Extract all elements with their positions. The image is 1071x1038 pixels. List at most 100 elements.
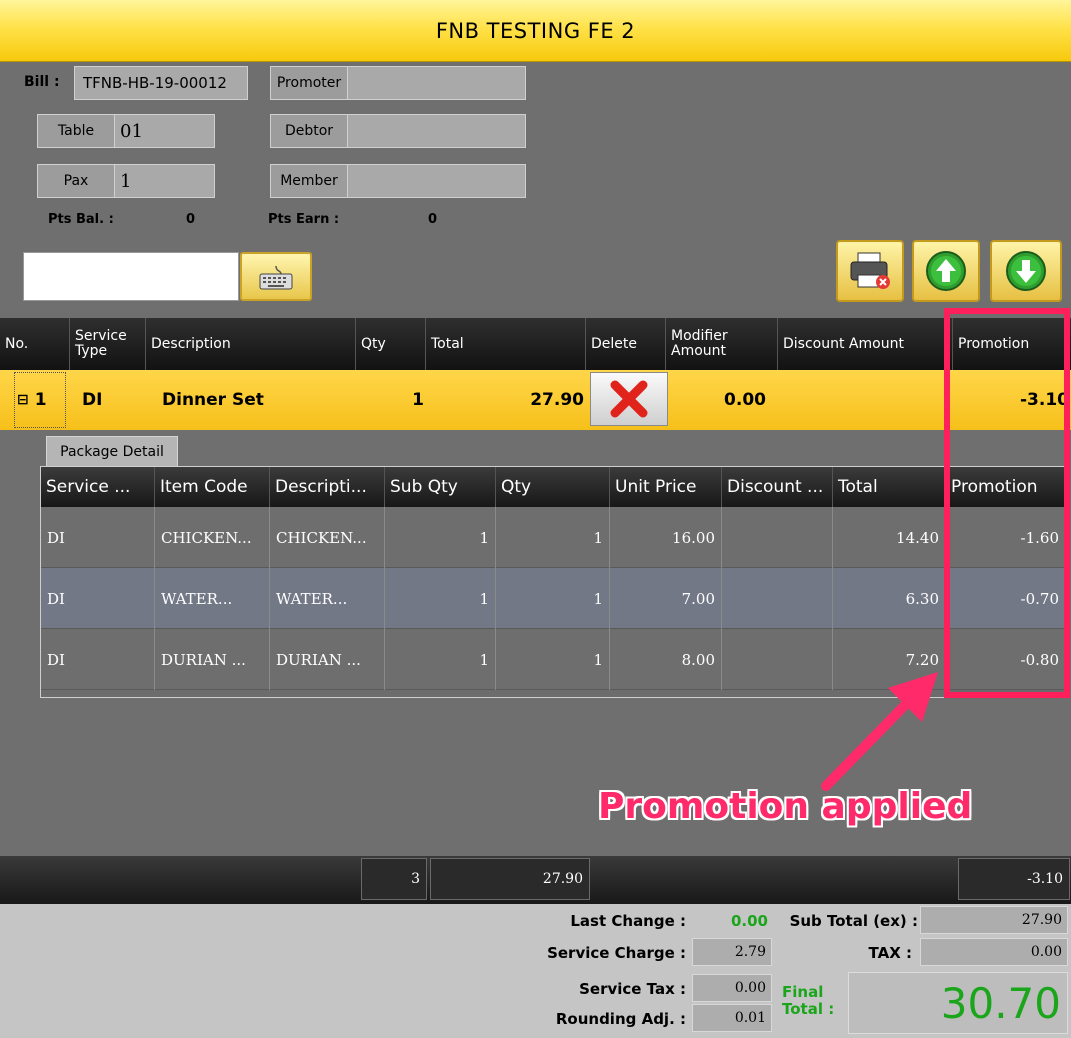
prow-service: DI: [41, 629, 155, 690]
col-total[interactable]: Total: [426, 318, 586, 370]
prow-sub-qty: 1: [385, 568, 496, 629]
prow-unit-price: 16.00: [610, 507, 722, 568]
cancel-print-button[interactable]: [836, 240, 904, 302]
promoter-field[interactable]: [347, 66, 526, 100]
prow-service: DI: [41, 568, 155, 629]
pts-balance-label: Pts Bal. :: [48, 212, 114, 227]
table-label: Table: [37, 114, 115, 148]
tab-package-detail[interactable]: Package Detail: [46, 436, 178, 466]
printer-cancel-icon: [850, 252, 890, 289]
prow-total: 14.40: [833, 507, 946, 568]
col-modifier-amount[interactable]: Modifier Amount: [666, 318, 778, 370]
totals-amount: 27.90: [430, 858, 590, 900]
col-discount-amount[interactable]: Discount Amount: [778, 318, 953, 370]
prow-unit-price: 7.00: [610, 568, 722, 629]
annotation-arrow-icon: [821, 672, 938, 791]
final-total-label: Final Total :: [782, 984, 834, 1018]
package-row[interactable]: DI CHICKEN... CHICKEN... 1 1 16.00 14.40…: [41, 507, 1065, 568]
col-qty[interactable]: Qty: [356, 318, 426, 370]
prow-sub-qty: 1: [385, 507, 496, 568]
delete-x-icon: [610, 380, 648, 418]
bill-summary-footer: Last Change : 0.00 Service Charge : 2.79…: [0, 904, 1071, 1038]
last-change-value: 0.00: [730, 912, 768, 930]
pcol-unit-price[interactable]: Unit Price: [610, 467, 722, 507]
col-service-type[interactable]: Service Type: [70, 318, 146, 370]
member-field[interactable]: [347, 164, 526, 198]
col-no[interactable]: No.: [0, 318, 70, 370]
service-tax-value: 0.00: [692, 974, 772, 1002]
prow-sub-qty: 1: [385, 629, 496, 690]
grid-totals-bar: 3 27.90 -3.10: [0, 856, 1071, 904]
expand-collapse-icon[interactable]: ⊟: [17, 392, 29, 408]
prow-total: 6.30: [833, 568, 946, 629]
table-field[interactable]: 01: [114, 114, 215, 148]
totals-qty: 3: [361, 858, 427, 900]
final-total-label-line2: Total :: [782, 1000, 835, 1018]
final-total-value: 30.70: [848, 972, 1068, 1034]
row-total: 27.90: [530, 390, 584, 410]
prow-item-code: WATER...: [155, 568, 270, 629]
row-service-type: DI: [82, 390, 103, 410]
row-modifier-amount: 0.00: [724, 390, 766, 410]
row-description: Dinner Set: [162, 390, 264, 410]
debtor-label: Debtor: [270, 114, 348, 148]
rounding-adj-value: 0.01: [692, 1004, 772, 1032]
delete-row-button[interactable]: [590, 372, 668, 426]
prow-item-code: CHICKEN...: [155, 507, 270, 568]
service-tax-label: Service Tax :: [579, 980, 686, 998]
window-title-bar: FNB TESTING FE 2: [0, 0, 1071, 62]
prow-service: DI: [41, 507, 155, 568]
pcol-service[interactable]: Service ...: [41, 467, 155, 507]
pax-label: Pax: [37, 164, 115, 198]
prow-qty: 1: [496, 507, 610, 568]
subtotal-label: Sub Total (ex) :: [789, 912, 918, 930]
pcol-description[interactable]: Descripti...: [270, 467, 385, 507]
totals-promotion: -3.10: [958, 858, 1070, 900]
order-row[interactable]: ⊟ 1 DI Dinner Set 1 27.90 0.00 -3.10: [0, 370, 1071, 430]
arrow-up-icon: [926, 251, 966, 291]
row-discount-amount: [778, 370, 948, 430]
col-description[interactable]: Description: [146, 318, 356, 370]
last-change-label: Last Change :: [570, 912, 686, 930]
prow-description: DURIAN ...: [270, 629, 385, 690]
prow-qty: 1: [496, 629, 610, 690]
row-qty: 1: [412, 390, 424, 410]
pcol-qty[interactable]: Qty: [496, 467, 610, 507]
scroll-up-button[interactable]: [912, 240, 980, 302]
pcol-total[interactable]: Total: [833, 467, 946, 507]
promotion-highlight-box: [944, 308, 1070, 698]
pts-earn-label: Pts Earn :: [268, 212, 340, 227]
service-charge-value: 2.79: [692, 938, 772, 966]
bill-label: Bill :: [24, 74, 60, 90]
arrow-down-icon: [1006, 251, 1046, 291]
prow-item-code: DURIAN ...: [155, 629, 270, 690]
prow-discount: [722, 507, 833, 568]
pax-field[interactable]: 1: [114, 164, 215, 198]
col-delete[interactable]: Delete: [586, 318, 666, 370]
keyboard-button[interactable]: [240, 252, 312, 301]
prow-qty: 1: [496, 568, 610, 629]
package-row[interactable]: DI WATER... WATER... 1 1 7.00 6.30 -0.70: [41, 568, 1065, 629]
window-title: FNB TESTING FE 2: [435, 18, 636, 43]
order-grid-header: No. Service Type Description Qty Total D…: [0, 318, 1071, 370]
subtotal-value: 27.90: [920, 906, 1068, 934]
bill-number: TFNB-HB-19-00012: [74, 66, 248, 100]
keyboard-icon: [259, 265, 293, 289]
member-label: Member: [270, 164, 348, 198]
service-charge-label: Service Charge :: [547, 944, 686, 962]
pcol-discount[interactable]: Discount ...: [722, 467, 833, 507]
tax-label: TAX :: [868, 944, 912, 962]
final-total-label-line1: Final: [782, 983, 824, 1001]
promoter-label: Promoter: [270, 66, 348, 100]
scroll-down-button[interactable]: [990, 240, 1062, 302]
tax-value: 0.00: [920, 938, 1068, 966]
pcol-sub-qty[interactable]: Sub Qty: [385, 467, 496, 507]
rounding-adj-label: Rounding Adj. :: [555, 1010, 686, 1028]
pts-earn-value: 0: [428, 212, 438, 227]
debtor-field[interactable]: [347, 114, 526, 148]
pcol-item-code[interactable]: Item Code: [155, 467, 270, 507]
pts-balance-value: 0: [186, 212, 196, 227]
prow-description: WATER...: [270, 568, 385, 629]
item-search-input[interactable]: [23, 252, 239, 301]
row-no-cell[interactable]: ⊟ 1: [14, 372, 66, 428]
